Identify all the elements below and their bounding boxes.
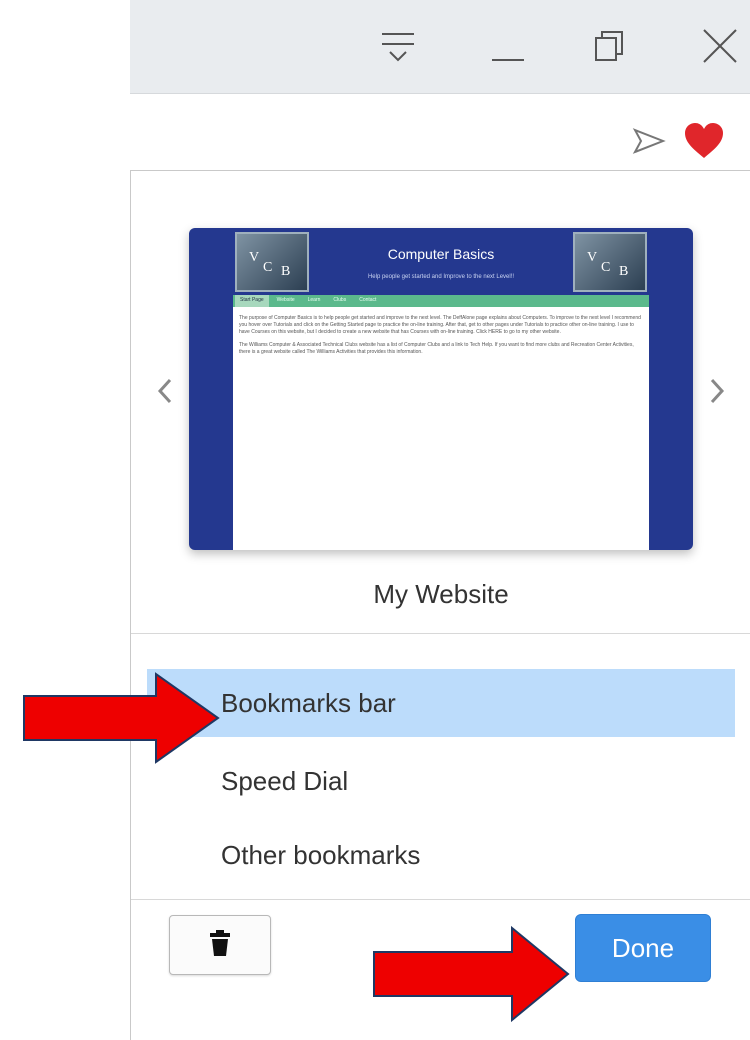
minimize-icon[interactable]	[488, 22, 528, 70]
window-titlebar	[130, 0, 750, 94]
thumbnail-site-body: The purpose of Computer Basics is to hel…	[233, 307, 649, 550]
page-thumbnail: V C B V C B Computer Basics Help people …	[189, 228, 693, 550]
folder-option-other-bookmarks[interactable]: Other bookmarks	[147, 821, 735, 889]
thumbnail-logo-right: V C B	[573, 232, 647, 292]
send-icon[interactable]	[632, 126, 666, 161]
divider	[131, 633, 750, 634]
close-icon[interactable]	[700, 22, 740, 70]
thumbnail-nav-item: Contact	[359, 297, 377, 303]
thumbnail-site-title: Computer Basics	[387, 246, 495, 262]
thumbnail-paragraph: The Williams Computer & Associated Techn…	[239, 342, 634, 355]
thumbnail-logo-left: V C B	[235, 232, 309, 292]
previous-thumbnail-button[interactable]	[153, 371, 177, 411]
divider	[131, 899, 750, 900]
thumbnail-nav-item: Clubs	[333, 297, 347, 303]
folder-option-bookmarks-bar[interactable]: Bookmarks bar	[147, 669, 735, 737]
delete-bookmark-button[interactable]	[169, 915, 271, 975]
thumbnail-nav-item: Website	[276, 297, 295, 303]
next-thumbnail-button[interactable]	[705, 371, 729, 411]
thumbnail-site-subtitle: Help people get started and Improve to t…	[367, 274, 515, 280]
thumbnail-paragraph: The purpose of Computer Basics is to hel…	[239, 315, 641, 335]
bookmark-popup: V C B V C B Computer Basics Help people …	[130, 170, 750, 1040]
address-bar-area	[130, 94, 750, 170]
thumbnail-nav-item: Learn	[307, 297, 321, 303]
thumbnail-site-nav: Start Page Website Learn Clubs Contact	[233, 295, 649, 307]
restore-icon[interactable]	[590, 22, 630, 70]
heart-icon[interactable]	[682, 120, 726, 169]
trash-icon	[209, 929, 231, 962]
annotation-arrow-done	[372, 924, 572, 1029]
thumbnail-nav-item: Start Page	[235, 295, 269, 307]
tab-menu-icon[interactable]	[378, 22, 418, 70]
annotation-arrow-bookmarks-bar	[22, 670, 222, 771]
bookmark-name-label[interactable]: My Website	[131, 579, 750, 610]
folder-option-speed-dial[interactable]: Speed Dial	[147, 747, 735, 815]
done-button[interactable]: Done	[575, 914, 711, 982]
